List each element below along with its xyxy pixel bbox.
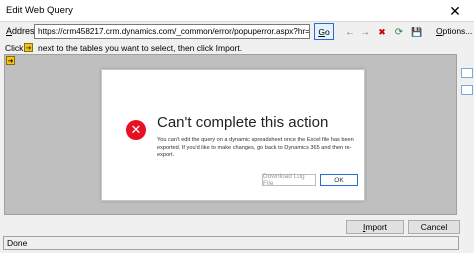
- hint-row: Click ➔ next to the tables you want to s…: [0, 42, 474, 54]
- status-text: Done: [7, 238, 28, 248]
- table-arrow-icon: ➔: [24, 43, 33, 52]
- back-arrow-icon[interactable]: ←: [343, 25, 357, 39]
- download-log-button[interactable]: Download Log File: [262, 173, 316, 187]
- select-table-arrow-icon[interactable]: ➔: [6, 56, 15, 65]
- error-message: You can't edit the query on a dynamic sp…: [157, 137, 354, 159]
- right-edge-panel: [457, 54, 474, 215]
- window-title: Edit Web Query: [6, 5, 73, 16]
- hint-text: next to the tables you want to select, t…: [38, 43, 243, 53]
- refresh-icon[interactable]: ⟳: [392, 25, 406, 39]
- web-content-area[interactable]: ➔ ✕ Can't complete this action You can't…: [4, 54, 457, 215]
- forward-arrow-icon[interactable]: →: [358, 25, 372, 39]
- import-button[interactable]: Import: [346, 220, 404, 234]
- stop-icon[interactable]: ✖: [375, 25, 389, 39]
- error-dialog: ✕ Can't complete this action You can't e…: [101, 69, 365, 201]
- ok-button[interactable]: OK: [320, 174, 358, 186]
- save-query-icon[interactable]: 💾: [410, 25, 424, 39]
- error-title: Can't complete this action: [157, 114, 329, 131]
- side-marker: [461, 85, 473, 95]
- address-value: https://crm458217.crm.dynamics.com/_comm…: [38, 27, 310, 36]
- go-button[interactable]: Go: [314, 23, 334, 40]
- address-row: Address: https://crm458217.crm.dynamics.…: [0, 22, 474, 42]
- status-bar: Done: [3, 236, 459, 250]
- address-input[interactable]: https://crm458217.crm.dynamics.com/_comm…: [34, 24, 310, 39]
- cancel-button[interactable]: Cancel: [408, 220, 460, 234]
- hint-click-label: Click: [5, 43, 24, 53]
- error-icon: ✕: [126, 120, 146, 140]
- side-marker: [461, 68, 473, 78]
- options-button[interactable]: Options...: [436, 26, 472, 36]
- title-bar: Edit Web Query ✕: [0, 0, 474, 22]
- close-icon[interactable]: ✕: [436, 0, 474, 22]
